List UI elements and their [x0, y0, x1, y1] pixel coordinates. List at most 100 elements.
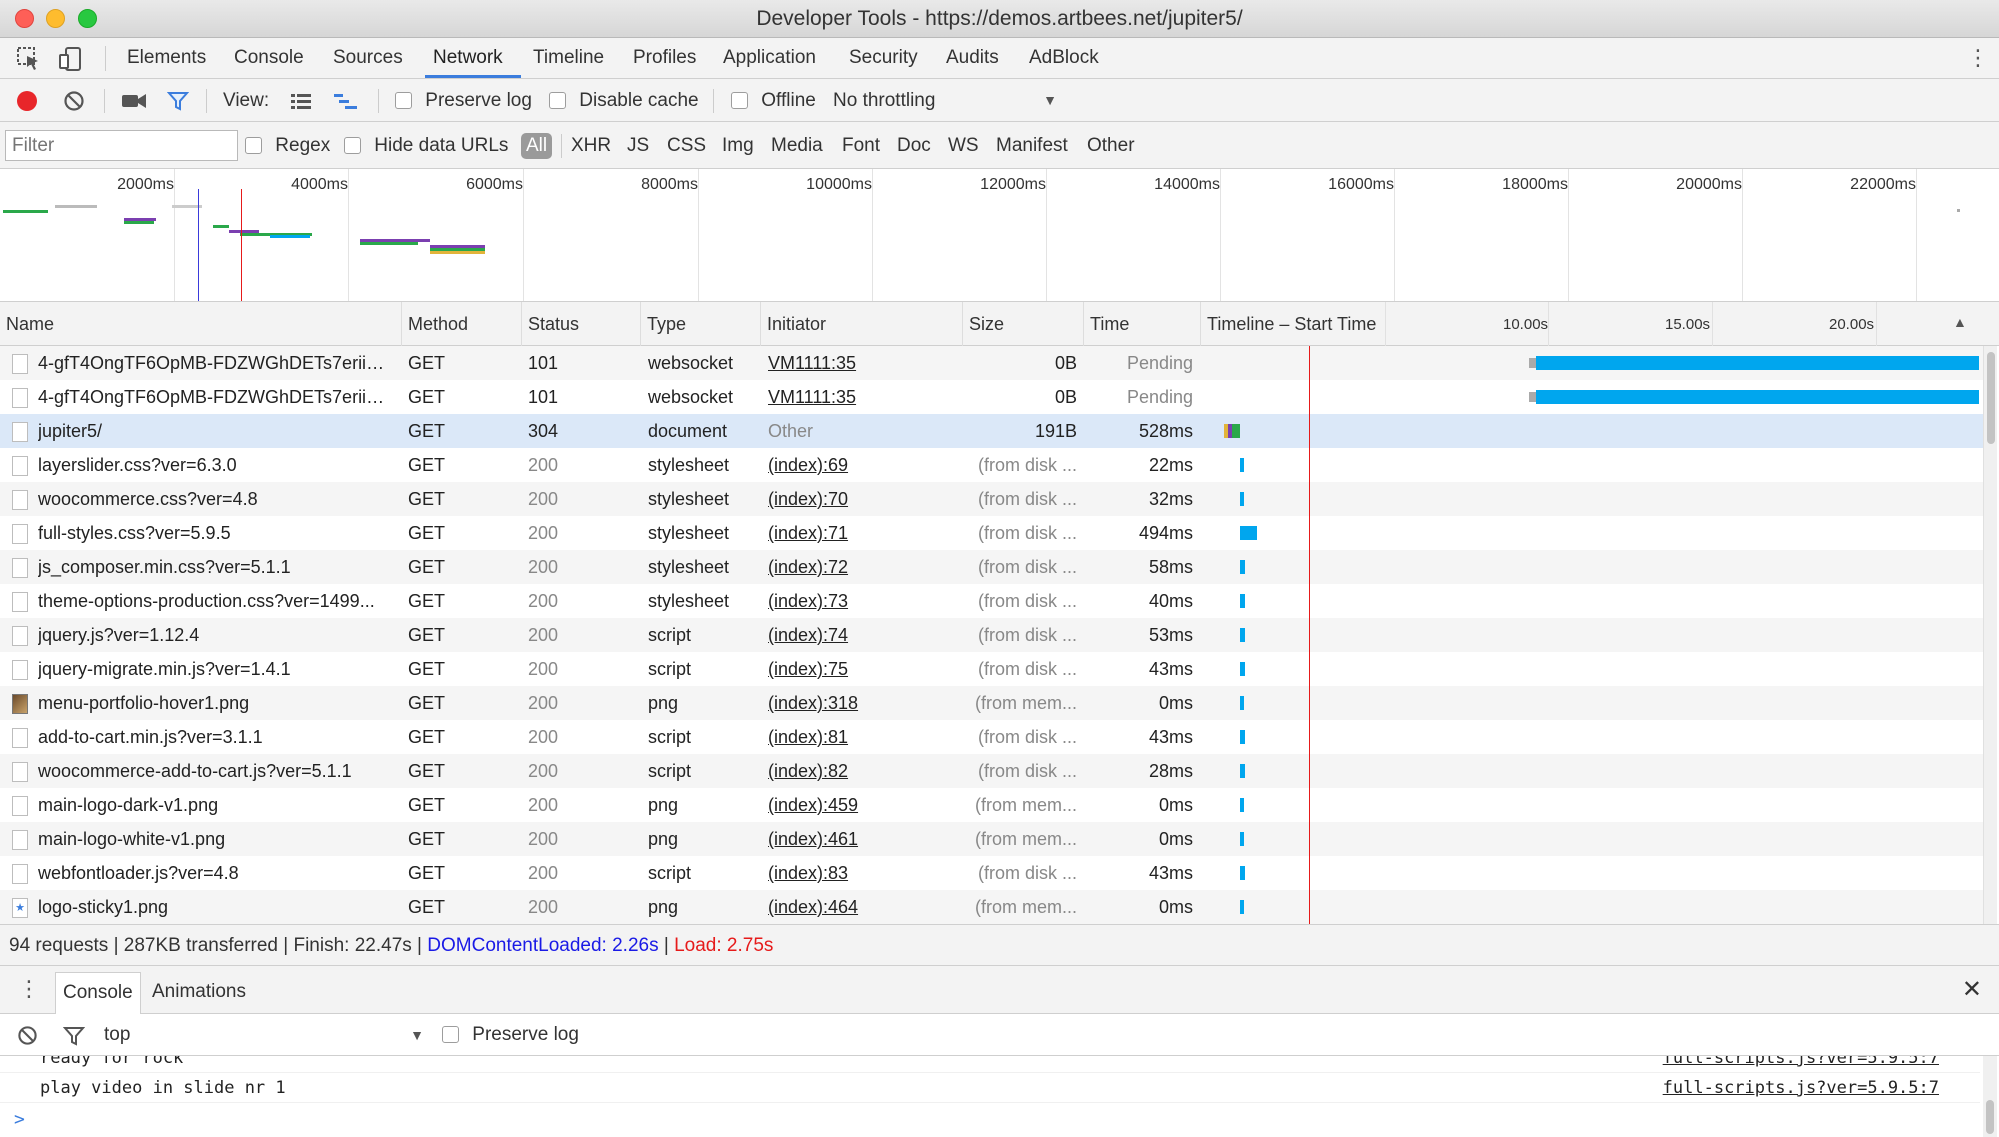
request-initiator[interactable]: (index):70 [768, 482, 956, 516]
disable-cache-checkbox[interactable] [549, 92, 566, 109]
request-initiator[interactable]: VM1111:35 [768, 380, 956, 414]
preserve-log-checkbox[interactable] [395, 92, 412, 109]
waterfall-bar[interactable] [1239, 526, 1257, 540]
filter-type-font[interactable]: Font [842, 122, 880, 169]
inspect-element-icon[interactable] [16, 46, 42, 72]
console-preserve-log-checkbox[interactable] [442, 1026, 459, 1043]
filter-type-all[interactable]: All [521, 133, 553, 159]
request-initiator[interactable]: (index):81 [768, 720, 956, 754]
filter-type-css[interactable]: CSS [667, 122, 706, 169]
console-filter-icon[interactable] [63, 1025, 85, 1047]
preserve-log-option[interactable]: Preserve log [395, 79, 532, 122]
waterfall-bar[interactable] [1239, 662, 1245, 676]
tab-profiles[interactable]: Profiles [633, 38, 696, 78]
filter-type-media[interactable]: Media [771, 122, 823, 169]
column-size[interactable]: Size [963, 302, 1084, 346]
request-initiator[interactable]: (index):74 [768, 618, 956, 652]
waterfall-bar[interactable] [1239, 458, 1244, 472]
request-initiator[interactable]: (index):72 [768, 550, 956, 584]
request-row[interactable]: add-to-cart.min.js?ver=3.1.1 GET 200 script… [0, 720, 1985, 754]
request-row[interactable]: main-logo-white-v1.png GET 200 png (index):4… [0, 822, 1985, 856]
filter-type-img[interactable]: Img [722, 122, 754, 169]
offline-option[interactable]: Offline [731, 79, 816, 122]
filter-type-other[interactable]: Other [1087, 122, 1135, 169]
request-initiator[interactable]: (index):71 [768, 516, 956, 550]
tab-network[interactable]: Network [425, 38, 521, 78]
offline-checkbox[interactable] [731, 92, 748, 109]
hide-data-urls-checkbox[interactable] [344, 137, 361, 154]
request-row[interactable]: jupiter5/GET 304 document Other 191B 528ms [0, 414, 1985, 448]
filter-type-manifest[interactable]: Manifest [996, 122, 1068, 169]
console-prompt[interactable]: > [14, 1105, 25, 1135]
column-time[interactable]: Time [1084, 302, 1201, 346]
context-select[interactable]: top ▼ [104, 1014, 424, 1056]
drawer-menu-icon[interactable]: ⋮ [18, 976, 40, 1002]
waterfall-bar[interactable] [1239, 696, 1244, 710]
waterfall-bar[interactable] [1239, 492, 1244, 506]
request-row[interactable]: ★ logo-sticky1.png GET 200 png (index):464 (fr… [0, 890, 1985, 924]
request-row[interactable]: main-logo-dark-v1.png GET 200 png (index):45… [0, 788, 1985, 822]
sort-ascending-icon[interactable]: ▲ [1953, 314, 1967, 330]
throttling-select[interactable]: No throttling ▼ [833, 79, 1057, 122]
waterfall-bar[interactable] [1239, 832, 1244, 846]
request-row[interactable]: webfontloader.js?ver=4.8 GET 200 script (ind… [0, 856, 1985, 890]
filter-type-ws[interactable]: WS [948, 122, 979, 169]
regex-checkbox[interactable] [245, 137, 262, 154]
waterfall-bar[interactable] [1239, 594, 1245, 608]
tab-elements[interactable]: Elements [127, 38, 206, 78]
clear-console-icon[interactable] [17, 1025, 38, 1046]
request-row[interactable]: woocommerce.css?ver=4.8 GET 200 stylesheet (… [0, 482, 1985, 516]
request-initiator[interactable]: (index):73 [768, 584, 956, 618]
request-row[interactable]: theme-options-production.css?ver=1499...… [0, 584, 1985, 618]
request-row[interactable]: woocommerce-add-to-cart.js?ver=5.1.1 GET 2… [0, 754, 1985, 788]
request-initiator[interactable]: (index):83 [768, 856, 956, 890]
request-row[interactable]: jquery-migrate.min.js?ver=1.4.1 GET 200 scr… [0, 652, 1985, 686]
console-message-source[interactable]: full-scripts.js?ver=5.9.5:7 [1663, 1056, 1939, 1073]
filter-type-xhr[interactable]: XHR [571, 122, 611, 169]
console-message-source[interactable]: full-scripts.js?ver=5.9.5:7 [1663, 1073, 1939, 1103]
tab-console[interactable]: Console [234, 38, 304, 78]
drawer-tab-console[interactable]: Console [55, 972, 141, 1014]
overview-waterfall-icon[interactable] [333, 92, 359, 110]
console-preserve-log-option[interactable]: Preserve log [442, 1014, 579, 1056]
request-initiator[interactable]: (index):82 [768, 754, 956, 788]
request-row[interactable]: layerslider.css?ver=6.3.0 GET 200 styleshee… [0, 448, 1985, 482]
request-row[interactable]: full-styles.css?ver=5.9.5 GET 200 styleshee… [0, 516, 1985, 550]
waterfall-bar[interactable] [1224, 424, 1240, 438]
tab-sources[interactable]: Sources [333, 38, 403, 78]
scrollbar-thumb[interactable] [1987, 352, 1995, 444]
console-scrollbar[interactable] [1983, 1056, 1997, 1137]
request-row[interactable]: 4-gfT4OngTF6OpMB-FDZWGhDETs7eriie... GET 1… [0, 380, 1985, 414]
waterfall-bar[interactable] [1239, 798, 1244, 812]
waterfall-bar[interactable] [1239, 866, 1245, 880]
tab-application[interactable]: Application [723, 38, 816, 78]
filter-icon[interactable] [167, 90, 189, 112]
request-initiator[interactable]: (index):461 [768, 822, 956, 856]
filter-type-doc[interactable]: Doc [897, 122, 931, 169]
more-options-icon[interactable]: ⋮ [1967, 46, 1989, 72]
filter-input[interactable] [5, 130, 238, 161]
tab-security[interactable]: Security [849, 38, 918, 78]
disable-cache-option[interactable]: Disable cache [549, 79, 699, 122]
request-row[interactable]: menu-portfolio-hover1.png GET 200 png (index… [0, 686, 1985, 720]
device-toolbar-icon[interactable] [58, 46, 84, 72]
record-icon[interactable] [16, 90, 38, 112]
request-initiator[interactable]: (index):318 [768, 686, 956, 720]
request-initiator[interactable]: (index):459 [768, 788, 956, 822]
request-initiator[interactable]: (index):69 [768, 448, 956, 482]
request-initiator[interactable]: (index):75 [768, 652, 956, 686]
column-name[interactable]: Name [0, 302, 402, 346]
tab-adblock[interactable]: AdBlock [1029, 38, 1099, 78]
waterfall-bar[interactable] [1239, 730, 1245, 744]
regex-option[interactable]: Regex [245, 122, 330, 169]
console-scrollbar-thumb[interactable] [1986, 1100, 1994, 1134]
close-drawer-icon[interactable]: ✕ [1962, 975, 1982, 1004]
tab-timeline[interactable]: Timeline [533, 38, 604, 78]
request-initiator[interactable]: VM1111:35 [768, 346, 956, 380]
waterfall-bar[interactable] [1535, 356, 1979, 370]
column-timeline[interactable]: Timeline – Start Time [1201, 302, 1386, 346]
clear-icon[interactable] [63, 90, 85, 112]
filter-type-js[interactable]: JS [627, 122, 649, 169]
column-type[interactable]: Type [641, 302, 761, 346]
waterfall-bar[interactable] [1239, 900, 1244, 914]
